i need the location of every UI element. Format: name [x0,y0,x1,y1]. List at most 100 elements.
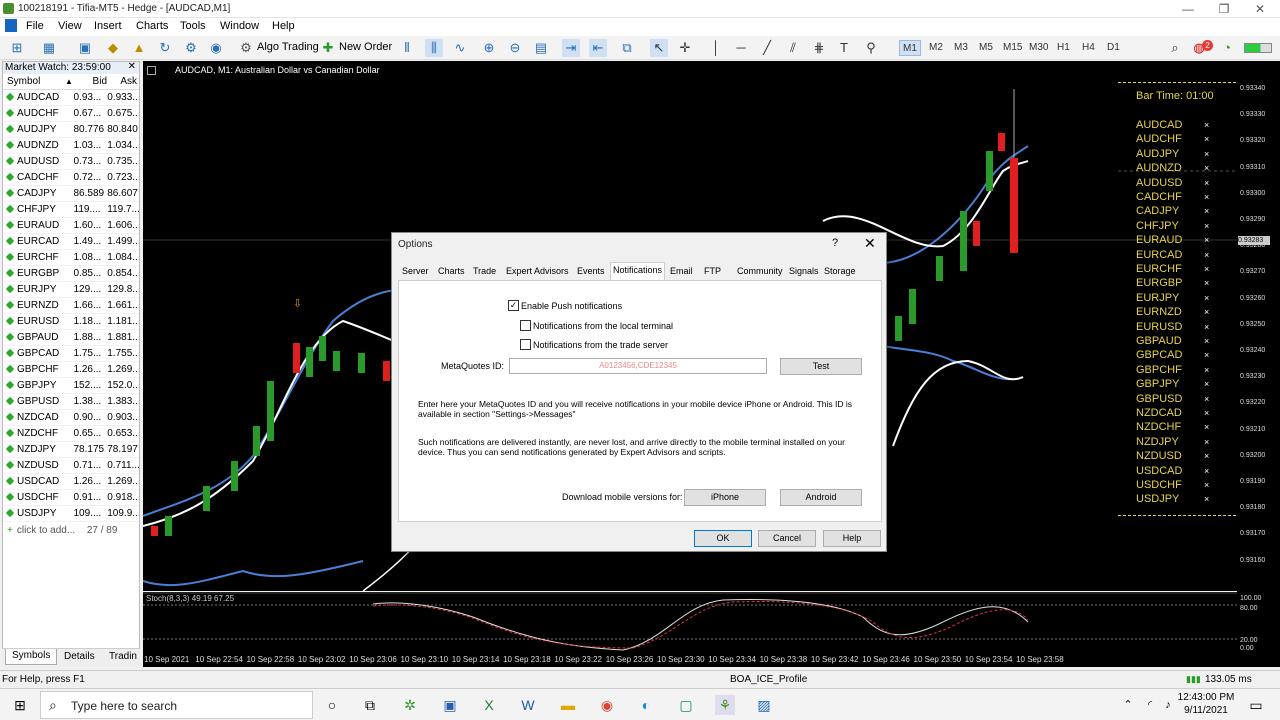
remove-symbol-icon[interactable]: × [1204,235,1209,245]
remove-symbol-icon[interactable]: × [1204,120,1209,130]
stochastic-pane[interactable]: Stoch(8,3,3) 49.19 67.25 [143,592,1237,654]
tray-chevron-icon[interactable]: ⌃ [1118,695,1138,715]
metaquotes-id-input[interactable]: A0123456,CDE12345 [509,358,767,374]
tab-storage[interactable]: Storage [822,264,858,281]
row-symbol[interactable]: GBPCAD [3,348,71,359]
enable-push-label[interactable]: Enable Push notifications [521,301,622,311]
iphone-button[interactable]: iPhone [684,489,766,506]
timeframe-h4[interactable]: H4 [1079,40,1098,56]
remove-symbol-icon[interactable]: × [1204,451,1209,461]
remove-symbol-icon[interactable]: × [1204,422,1209,432]
metatrader-icon[interactable]: ⚘ [715,695,735,715]
windows-start-icon[interactable]: ⊞ [10,695,30,715]
row-symbol[interactable]: EURUSD [3,316,71,327]
volume-icon[interactable]: ♪ [1158,695,1178,715]
remove-symbol-icon[interactable]: × [1204,264,1209,274]
local-terminal-checkbox[interactable] [520,320,531,331]
row-symbol[interactable]: GBPAUD [3,332,71,343]
tab-server[interactable]: Server [400,264,431,281]
tab-expert-advisors[interactable]: Expert Advisors [504,264,571,281]
symbol-column-header[interactable]: Symbol [3,76,65,87]
timeframe-m30[interactable]: M30 [1026,40,1051,56]
panel-symbol[interactable]: GBPJPY [1136,378,1179,390]
row-symbol[interactable]: CADJPY [3,188,71,199]
row-symbol[interactable]: USDCHF [3,492,71,503]
market-watch-row[interactable]: USDCHF 0.91... 0.918... [3,490,139,506]
remove-symbol-icon[interactable]: × [1204,293,1209,303]
panel-symbol[interactable]: CADCHF [1136,191,1182,203]
remove-symbol-icon[interactable]: × [1204,466,1209,476]
row-symbol[interactable]: NZDUSD [3,460,71,471]
panel-symbol[interactable]: GBPCHF [1136,364,1182,376]
remove-symbol-icon[interactable]: × [1204,307,1209,317]
market-watch-row[interactable]: GBPAUD 1.88... 1.881... [3,330,139,346]
panel-symbol[interactable]: AUDUSD [1136,177,1182,189]
tab-trading[interactable]: Tradin [109,651,137,662]
panel-symbol[interactable]: GBPUSD [1136,393,1182,405]
vertical-line-icon[interactable]: │ [707,39,725,57]
action-center-icon[interactable]: ▭ [1246,695,1266,715]
horizontal-line-icon[interactable]: ─ [732,39,750,57]
android-button[interactable]: Android [780,489,862,506]
app-blue-icon[interactable]: ▣ [440,695,460,715]
remove-symbol-icon[interactable]: × [1204,206,1209,216]
remove-symbol-icon[interactable]: × [1204,394,1209,404]
excel-icon[interactable]: X [479,695,499,715]
timeframe-m3[interactable]: M3 [951,40,971,56]
tile-icon[interactable]: ▤ [532,39,550,57]
remove-symbol-icon[interactable]: × [1204,408,1209,418]
signal-icon[interactable]: ◔ [1218,39,1236,57]
remove-symbol-icon[interactable]: × [1204,322,1209,332]
add-symbol-row[interactable]: + click to add... 27 / 89 [3,522,139,538]
market-watch-row[interactable]: AUDCAD 0.93... 0.933... [3,90,139,106]
row-symbol[interactable]: GBPJPY [3,380,71,391]
task-view-icon[interactable]: ⧉ [360,695,380,715]
price-axis[interactable]: 0.93340 0.93330 0.93320 0.93310 0.93300 0.932… [1237,61,1280,654]
channel-icon[interactable]: ⫽ [784,39,802,57]
panel-symbol[interactable]: USDCAD [1136,465,1182,477]
panel-symbol[interactable]: GBPCAD [1136,349,1182,361]
market-watch-row[interactable]: EURCAD 1.49... 1.499... [3,234,139,250]
remove-symbol-icon[interactable]: × [1204,494,1209,504]
market-watch-row[interactable]: NZDUSD 0.71... 0.711... [3,458,139,474]
market-watch-row[interactable]: NZDCHF 0.65... 0.653... [3,426,139,442]
tab-events[interactable]: Events [575,264,607,281]
market-watch-row[interactable]: CADJPY 86.589 86.607 [3,186,139,202]
row-symbol[interactable]: CADCHF [3,172,71,183]
tab-signals[interactable]: Signals [787,264,821,281]
chrome-icon[interactable]: ◉ [597,695,617,715]
market-watch-row[interactable]: EURUSD 1.18... 1.181... [3,314,139,330]
chart-shift-icon[interactable]: ⇤ [589,39,607,57]
menu-file[interactable]: File [26,20,44,32]
row-symbol[interactable]: USDJPY [3,508,71,519]
market-watch-row[interactable]: AUDNZD 1.03... 1.034... [3,138,139,154]
minimize-button[interactable]: — [1170,0,1206,18]
timeframe-m1[interactable]: M1 [899,40,921,56]
remove-symbol-icon[interactable]: × [1204,192,1209,202]
remove-symbol-icon[interactable]: × [1204,336,1209,346]
ok-button[interactable]: OK [694,530,752,547]
fibo-icon[interactable]: ⋕ [810,39,828,57]
crosshair-icon[interactable]: ✛ [676,39,694,57]
market-watch-row[interactable]: NZDJPY 78.175 78.197 [3,442,139,458]
line-chart-icon[interactable]: ∿ [451,39,469,57]
doc-icon[interactable] [5,19,17,32]
help-button[interactable]: Help [823,530,881,547]
help-icon[interactable]: ? [832,237,838,249]
clock[interactable]: 12:43:00 PM 9/11/2021 [1176,691,1236,717]
lock-icon[interactable]: ▲ [130,39,148,57]
panel-symbol[interactable]: AUDJPY [1136,148,1179,160]
panel-symbol[interactable]: CHFJPY [1136,220,1179,232]
app-teal-icon[interactable]: ▢ [676,695,696,715]
remove-symbol-icon[interactable]: × [1204,278,1209,288]
new-order-icon[interactable]: ✚ [319,39,337,57]
text-icon[interactable]: T [835,39,853,57]
panel-symbol[interactable]: AUDNZD [1136,162,1182,174]
panel-symbol[interactable]: USDCHF [1136,479,1182,491]
tab-charts[interactable]: Charts [436,264,467,281]
remove-symbol-icon[interactable]: × [1204,250,1209,260]
market-watch-row[interactable]: AUDCHF 0.67... 0.675... [3,106,139,122]
panel-symbol[interactable]: NZDCHF [1136,421,1181,433]
row-symbol[interactable]: EURGBP [3,268,71,279]
row-symbol[interactable]: NZDCHF [3,428,71,439]
